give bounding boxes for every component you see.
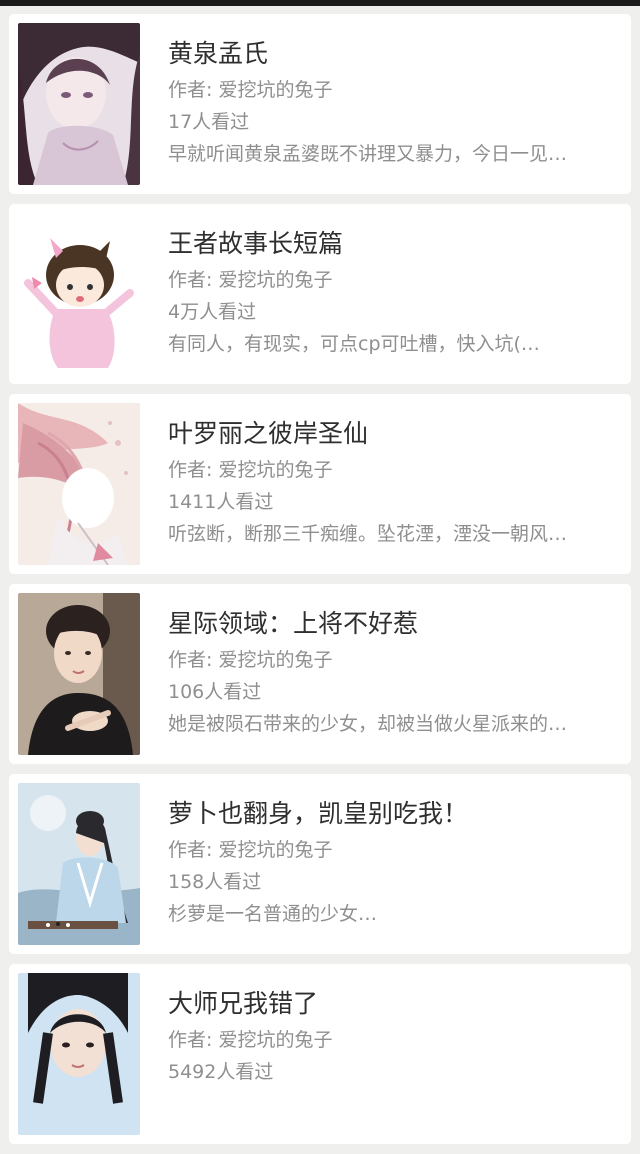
book-title: 星际领域：上将不好惹 (168, 609, 419, 638)
book-author: 作者: 爱挖坑的兔子 (168, 1029, 333, 1051)
book-author: 作者: 爱挖坑的兔子 (168, 79, 333, 101)
book-description: 有同人，有现实，可点cp可吐槽，快入坑(… (168, 333, 540, 355)
book-info: 王者故事长短篇 作者: 爱挖坑的兔子 4万人看过 有同人，有现实，可点cp可吐槽… (168, 226, 608, 360)
book-description: 听弦断，断那三千痴缠。坠花湮，湮没一朝风… (168, 523, 568, 545)
book-author: 作者: 爱挖坑的兔子 (168, 459, 333, 481)
book-description: 她是被陨石带来的少女，却被当做火星派来的… (168, 713, 568, 735)
book-card[interactable]: 萝卜也翻身，凯皇别吃我！ 作者: 爱挖坑的兔子 158人看过 杉萝是一名普通的少… (9, 774, 631, 954)
book-author: 作者: 爱挖坑的兔子 (168, 839, 333, 861)
book-title: 黄泉孟氏 (168, 39, 269, 68)
book-cover (18, 403, 140, 565)
book-description: 杉萝是一名普通的少女… (168, 903, 378, 925)
book-views: 5492人看过 (168, 1061, 274, 1083)
book-author: 作者: 爱挖坑的兔子 (168, 649, 333, 671)
book-card[interactable]: 星际领域：上将不好惹 作者: 爱挖坑的兔子 106人看过 她是被陨石带来的少女，… (9, 584, 631, 764)
status-bar (0, 0, 640, 6)
book-title: 王者故事长短篇 (168, 229, 344, 258)
book-views: 106人看过 (168, 681, 262, 703)
book-card[interactable]: 王者故事长短篇 作者: 爱挖坑的兔子 4万人看过 有同人，有现实，可点cp可吐槽… (9, 204, 631, 384)
book-info: 星际领域：上将不好惹 作者: 爱挖坑的兔子 106人看过 她是被陨石带来的少女，… (168, 606, 608, 740)
book-card[interactable]: 大师兄我错了 作者: 爱挖坑的兔子 5492人看过 (9, 964, 631, 1144)
book-cover (18, 593, 140, 755)
book-description: 早就听闻黄泉孟婆既不讲理又暴力，今日一见… (168, 143, 568, 165)
book-cover (18, 973, 140, 1135)
book-views: 158人看过 (168, 871, 262, 893)
book-title: 叶罗丽之彼岸圣仙 (168, 419, 369, 448)
book-info: 萝卜也翻身，凯皇别吃我！ 作者: 爱挖坑的兔子 158人看过 杉萝是一名普通的少… (168, 796, 608, 930)
book-cover (18, 213, 140, 375)
book-author: 作者: 爱挖坑的兔子 (168, 269, 333, 291)
book-list: 黄泉孟氏 作者: 爱挖坑的兔子 17人看过 早就听闻黄泉孟婆既不讲理又暴力，今日… (9, 14, 631, 1154)
book-description (168, 1088, 608, 1120)
book-card[interactable]: 黄泉孟氏 作者: 爱挖坑的兔子 17人看过 早就听闻黄泉孟婆既不讲理又暴力，今日… (9, 14, 631, 194)
book-info: 黄泉孟氏 作者: 爱挖坑的兔子 17人看过 早就听闻黄泉孟婆既不讲理又暴力，今日… (168, 36, 608, 170)
book-title: 大师兄我错了 (168, 989, 319, 1018)
book-cover (18, 23, 140, 185)
book-info: 叶罗丽之彼岸圣仙 作者: 爱挖坑的兔子 1411人看过 听弦断，断那三千痴缠。坠… (168, 416, 608, 550)
book-views: 4万人看过 (168, 301, 257, 323)
book-views: 1411人看过 (168, 491, 274, 513)
book-title: 萝卜也翻身，凯皇别吃我！ (168, 799, 469, 828)
book-cover (18, 783, 140, 945)
book-card[interactable]: 叶罗丽之彼岸圣仙 作者: 爱挖坑的兔子 1411人看过 听弦断，断那三千痴缠。坠… (9, 394, 631, 574)
book-views: 17人看过 (168, 111, 250, 133)
